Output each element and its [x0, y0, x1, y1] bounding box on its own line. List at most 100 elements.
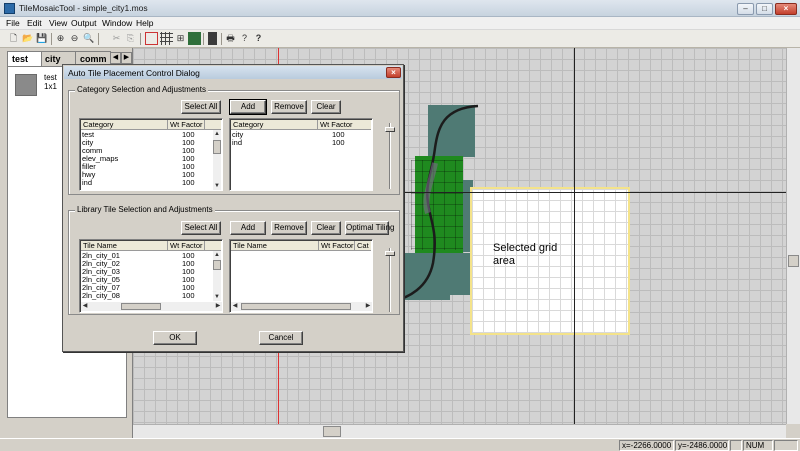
menu-bar: File Edit View Output Window Help [0, 17, 800, 30]
vertical-scroll-thumb[interactable] [788, 255, 799, 267]
status-cell-empty [730, 440, 742, 451]
grid-axis-vertical [574, 48, 575, 424]
list-header: Tile Name Wt Factor Cat [231, 241, 371, 251]
scroll-down-icon[interactable]: ▼ [213, 182, 221, 190]
scroll-thumb[interactable] [121, 303, 161, 310]
output-icon[interactable] [208, 32, 217, 45]
mosaic-icon[interactable] [188, 32, 201, 45]
column-header-cat[interactable]: Cat [355, 241, 372, 251]
column-header-wt-factor[interactable]: Wt Factor [168, 120, 205, 130]
category-add-button[interactable]: Add [229, 99, 267, 115]
menu-output[interactable]: Output [71, 18, 97, 29]
status-y-coordinate: y=-2486.0000 [675, 440, 729, 451]
category-group-label: Category Selection and Adjustments [75, 85, 208, 95]
scroll-up-icon[interactable]: ▲ [213, 130, 221, 138]
scroll-thumb[interactable] [213, 260, 221, 270]
optimal-tiling-button[interactable]: Optimal Tiling [345, 221, 394, 235]
status-num-lock: NUM [743, 440, 773, 451]
new-icon[interactable]: 🗋 [7, 32, 20, 45]
close-button[interactable]: × [775, 3, 797, 15]
column-header-category[interactable]: Category [231, 120, 318, 130]
app-icon [4, 3, 15, 14]
horizontal-scroll-thumb[interactable] [323, 426, 341, 437]
scroll-left-icon[interactable]: ◀ [81, 302, 89, 310]
maximize-button[interactable]: □ [756, 3, 773, 15]
menu-window[interactable]: Window [102, 18, 132, 29]
ok-button[interactable]: OK [153, 331, 197, 345]
scroll-down-icon[interactable]: ▼ [213, 293, 221, 301]
column-header-category[interactable]: Category [81, 120, 168, 130]
menu-file[interactable]: File [6, 18, 20, 29]
status-cell-empty [774, 440, 798, 451]
library-add-button[interactable]: Add [230, 221, 266, 235]
category-weight-slider-knob[interactable] [385, 127, 395, 132]
library-selected-list[interactable]: Tile Name Wt Factor Cat ◀ ▶ [229, 239, 373, 313]
library-remove-button[interactable]: Remove [271, 221, 307, 235]
library-weight-slider-knob[interactable] [385, 251, 395, 256]
rectangle-icon[interactable] [145, 32, 158, 45]
minimize-button[interactable]: – [737, 3, 754, 15]
column-header-tile-name[interactable]: Tile Name [81, 241, 168, 251]
cancel-button[interactable]: Cancel [259, 331, 303, 345]
scroll-up-icon[interactable]: ▲ [213, 251, 221, 259]
dialog-close-button[interactable]: × [386, 67, 401, 78]
list-vertical-scrollbar[interactable]: ▲ ▼ [213, 130, 221, 190]
tile-thumbnail[interactable] [15, 74, 37, 96]
window-titlebar[interactable]: TileMosaicTool - simple_city1.mos – □ × [0, 0, 800, 17]
toolbar: 🗋 📂 💾 ⊕ ⊖ 🔍 ✂ ⎘ ⊞ 🖶 ? ? [0, 30, 800, 48]
library-weight-slider-track[interactable] [389, 248, 391, 312]
category-available-list[interactable]: Category Wt Factor test 100 city 100 comm 1… [79, 118, 223, 191]
category-clear-button[interactable]: Clear [311, 100, 341, 114]
scroll-right-icon[interactable]: ▶ [364, 302, 372, 310]
library-available-list[interactable]: Tile Name Wt Factor 2ln_city_01 100 2ln_c… [79, 239, 223, 313]
list-horizontal-scrollbar[interactable]: ◀ ▶ [231, 302, 372, 311]
category-weight-slider-track[interactable] [389, 123, 391, 189]
tile-view-icon[interactable]: ⊞ [174, 32, 187, 45]
dialog-title: Auto Tile Placement Control Dialog [68, 68, 200, 78]
category-group: Category Selection and Adjustments Selec… [68, 85, 400, 195]
status-bar: x=-2266.0000 y=-2486.0000 NUM [0, 438, 800, 451]
selection-label: Selected grid area [493, 242, 558, 267]
tab-scroll-right-icon[interactable]: ▶ [121, 52, 132, 64]
help-icon[interactable]: ? [238, 32, 251, 45]
scroll-right-icon[interactable]: ▶ [214, 302, 222, 310]
column-header-wt-factor[interactable]: Wt Factor [319, 241, 355, 251]
scroll-thumb[interactable] [241, 303, 351, 310]
column-header-wt-factor[interactable]: Wt Factor [168, 241, 205, 251]
list-vertical-scrollbar[interactable]: ▲ ▼ [213, 251, 221, 301]
list-horizontal-scrollbar[interactable]: ◀ ▶ [81, 302, 222, 311]
canvas-vertical-scrollbar[interactable] [786, 48, 800, 424]
grid-icon[interactable] [160, 32, 173, 45]
save-icon[interactable]: 💾 [35, 32, 48, 45]
list-header: Category Wt Factor [231, 120, 371, 130]
cut-icon[interactable]: ✂ [110, 32, 123, 45]
print-icon[interactable]: 🖶 [224, 32, 237, 45]
canvas-horizontal-scrollbar[interactable] [133, 424, 786, 438]
menu-edit[interactable]: Edit [27, 18, 42, 29]
zoom-out-icon[interactable]: ⊖ [68, 32, 81, 45]
auto-tile-placement-dialog: Auto Tile Placement Control Dialog × Cat… [62, 64, 404, 352]
zoom-in-icon[interactable]: ⊕ [54, 32, 67, 45]
copy-icon[interactable]: ⎘ [124, 32, 137, 45]
category-select-all-button[interactable]: Select All [181, 100, 221, 114]
column-header-wt-factor[interactable]: Wt Factor [318, 120, 372, 130]
menu-view[interactable]: View [49, 18, 67, 29]
open-icon[interactable]: 📂 [21, 32, 34, 45]
column-header-tile-name[interactable]: Tile Name [231, 241, 319, 251]
tab-scroll-left-icon[interactable]: ◀ [110, 52, 121, 64]
library-select-all-button[interactable]: Select All [181, 221, 221, 235]
menu-help[interactable]: Help [136, 18, 153, 29]
library-group: Library Tile Selection and Adjustments S… [68, 205, 400, 315]
zoom-fit-icon[interactable]: 🔍 [82, 32, 95, 45]
tile-size: 1x1 [44, 82, 57, 91]
category-remove-button[interactable]: Remove [271, 100, 307, 114]
dialog-titlebar[interactable]: Auto Tile Placement Control Dialog × [64, 66, 402, 79]
category-selected-list[interactable]: Category Wt Factor city 100 ind 100 [229, 118, 373, 191]
context-help-icon[interactable]: ? [252, 32, 265, 45]
tile-name: test [44, 73, 57, 82]
library-group-label: Library Tile Selection and Adjustments [75, 205, 215, 215]
tab-test[interactable]: test [7, 51, 42, 66]
scroll-thumb[interactable] [213, 140, 221, 154]
library-clear-button[interactable]: Clear [311, 221, 341, 235]
scroll-left-icon[interactable]: ◀ [231, 302, 239, 310]
